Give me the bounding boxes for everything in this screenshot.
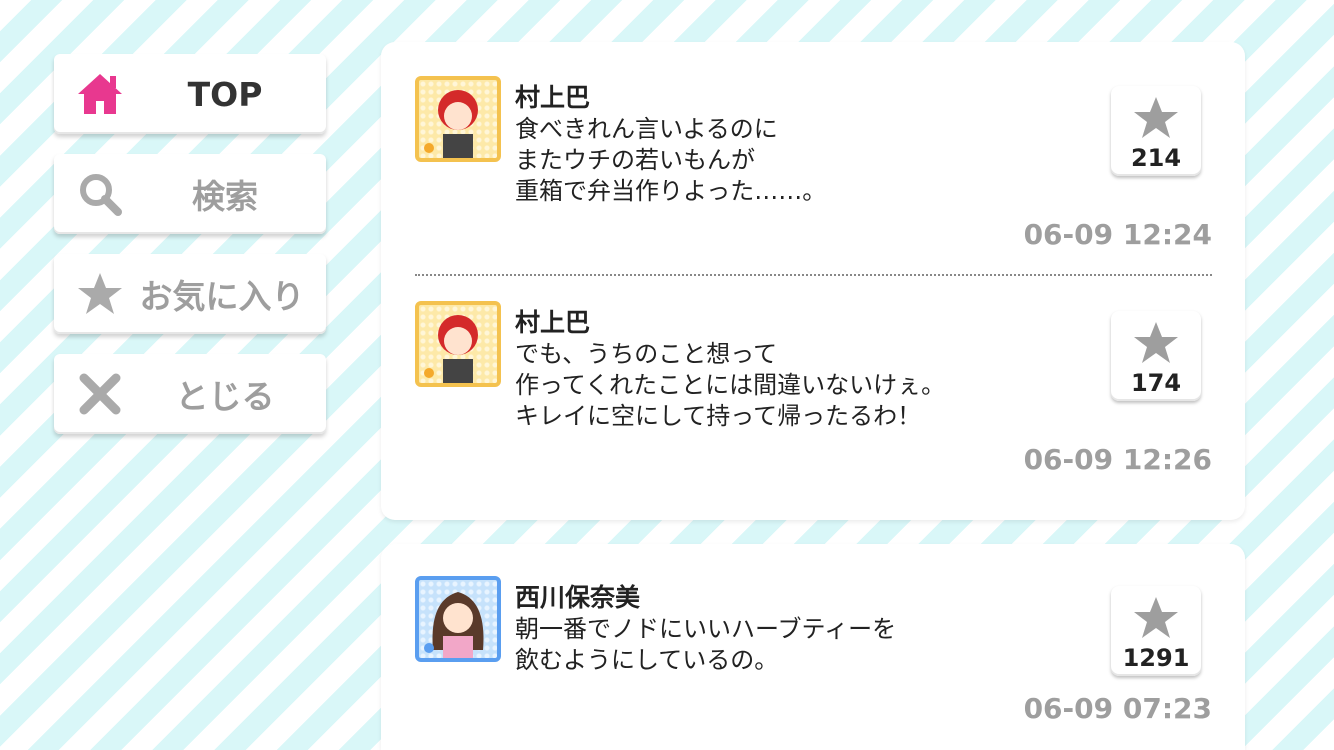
post-item: 村上巴 食べきれん言いよるのに またウチの若いもんが 重箱で弁当作りよった……。… xyxy=(415,76,1212,256)
nav-top-button[interactable]: TOP xyxy=(54,54,326,134)
poster-name: 西川保奈美 xyxy=(515,583,641,612)
poster-name: 村上巴 xyxy=(515,83,591,112)
post-timestamp: 06-09 12:26 xyxy=(1023,443,1212,476)
home-icon xyxy=(76,70,124,118)
post-text: でも、うちのこと想って 作ってくれたことには間違いないけぇ。 キレイに空にして持… xyxy=(515,340,946,430)
star-icon xyxy=(1134,97,1178,138)
favorite-button[interactable]: 174 xyxy=(1111,311,1201,401)
avatar[interactable] xyxy=(415,76,501,162)
post-timestamp: 06-09 12:24 xyxy=(1023,218,1212,251)
nav-search-button[interactable]: 検索 xyxy=(54,154,326,234)
post-text: 朝一番でノドにいいハーブティーを 飲むようにしているの。 xyxy=(515,615,897,674)
post-item: 村上巴 でも、うちのこと想って 作ってくれたことには間違いないけぇ。 キレイに空… xyxy=(415,301,1212,481)
nav-search-label: 検索 xyxy=(192,177,258,216)
favorite-count: 1291 xyxy=(1122,644,1190,672)
star-icon xyxy=(76,270,124,318)
post-text: 食べきれん言いよるのに またウチの若いもんが 重箱で弁当作りよった……。 xyxy=(515,115,827,205)
star-icon xyxy=(1134,322,1178,363)
nav-top-label: TOP xyxy=(187,74,263,114)
post-timestamp: 06-09 07:23 xyxy=(1023,692,1212,725)
side-nav: TOP 検索 お気に入り とじる xyxy=(54,54,326,454)
poster-name: 村上巴 xyxy=(515,308,591,337)
nav-close-label: とじる xyxy=(175,377,275,416)
post-card: 西川保奈美 朝一番でノドにいいハーブティーを 飲むようにしているの。 1291 … xyxy=(381,544,1245,750)
post-card: 村上巴 食べきれん言いよるのに またウチの若いもんが 重箱で弁当作りよった……。… xyxy=(381,42,1245,520)
favorite-count: 214 xyxy=(1130,144,1182,172)
post-divider xyxy=(415,274,1212,276)
search-icon xyxy=(76,170,124,218)
close-icon xyxy=(76,370,124,418)
nav-close-button[interactable]: とじる xyxy=(54,354,326,434)
nav-favorites-button[interactable]: お気に入り xyxy=(54,254,326,334)
avatar[interactable] xyxy=(415,301,501,387)
nav-favorites-label: お気に入り xyxy=(139,277,305,316)
favorite-button[interactable]: 214 xyxy=(1111,86,1201,176)
favorite-button[interactable]: 1291 xyxy=(1111,586,1201,676)
avatar[interactable] xyxy=(415,576,501,662)
favorite-count: 174 xyxy=(1130,369,1182,397)
star-icon xyxy=(1134,597,1178,638)
post-item: 西川保奈美 朝一番でノドにいいハーブティーを 飲むようにしているの。 1291 … xyxy=(415,576,1212,746)
